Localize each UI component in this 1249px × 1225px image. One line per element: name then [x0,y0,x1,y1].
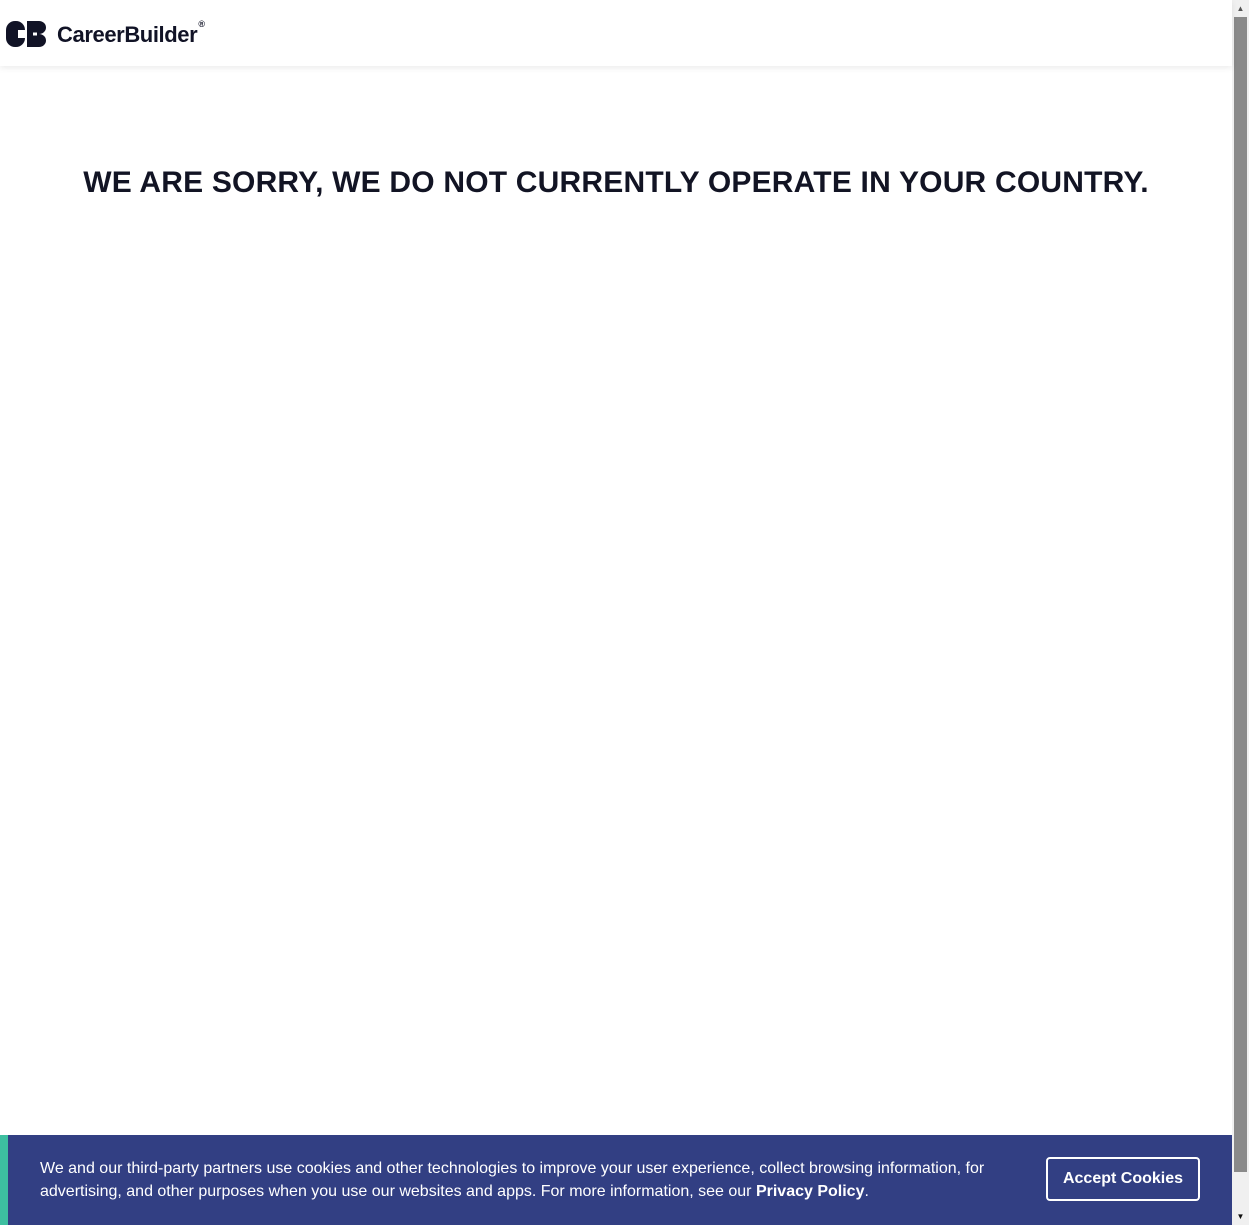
cookie-notice-text: We and our third-party partners use cook… [40,1157,1000,1203]
cookie-notice-period: . [864,1183,869,1200]
cb-logo-icon [6,21,46,47]
registered-mark: ® [198,19,205,29]
page: CareerBuilder ® WE ARE SORRY, WE DO NOT … [0,0,1232,1225]
scroll-up-arrow-icon[interactable]: ▲ [1232,0,1249,17]
careerbuilder-logo[interactable]: CareerBuilder ® [6,19,205,48]
country-unavailable-message: WE ARE SORRY, WE DO NOT CURRENTLY OPERAT… [83,166,1149,199]
cookie-banner: We and our third-party partners use cook… [0,1135,1232,1225]
cookie-banner-accent-bar [0,1135,8,1225]
accept-cookies-button[interactable]: Accept Cookies [1046,1157,1200,1201]
privacy-policy-link[interactable]: Privacy Policy [756,1183,865,1200]
scrollbar-thumb[interactable] [1234,17,1247,1172]
vertical-scrollbar[interactable]: ▲ ▼ [1232,0,1249,1225]
logo-wordmark: CareerBuilder [57,22,198,47]
site-header: CareerBuilder ® [0,0,1232,66]
scroll-down-arrow-icon[interactable]: ▼ [1232,1208,1249,1225]
